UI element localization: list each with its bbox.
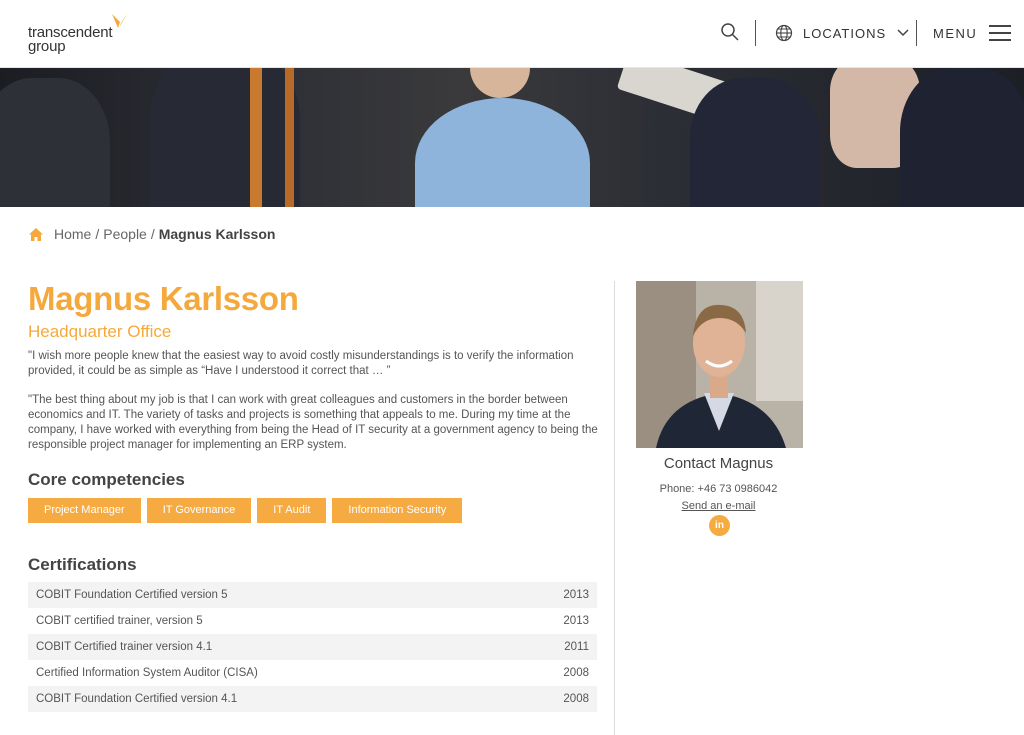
competency-tag-project-manager[interactable]: Project Manager <box>28 498 141 523</box>
contact-phone[interactable]: Phone: +46 73 0986042 <box>636 483 801 495</box>
search-icon <box>721 23 739 41</box>
hamburger-menu-icon <box>989 25 1012 41</box>
breadcrumb-separator: / <box>150 226 155 242</box>
certification-year: 2008 <box>563 693 589 705</box>
person-office: Headquarter Office <box>28 322 172 341</box>
globe-icon <box>775 24 793 42</box>
competency-tags: Project Manager IT Governance IT Audit I… <box>28 498 463 523</box>
certification-name: COBIT Foundation Certified version 4.1 <box>36 693 238 705</box>
certification-year: 2011 <box>564 641 589 653</box>
certification-year: 2013 <box>563 615 589 627</box>
table-row: COBIT Foundation Certified version 4.1 2… <box>28 686 597 712</box>
site-header: transcendent group LOCATIONS MENU <box>0 0 1024 68</box>
chevron-down-icon <box>897 29 909 37</box>
menu-label: MENU <box>933 25 978 41</box>
competency-tag-information-security[interactable]: Information Security <box>332 498 463 523</box>
breadcrumb-current: Magnus Karlsson <box>158 226 276 242</box>
certification-name: COBIT Certified trainer version 4.1 <box>36 641 213 653</box>
core-competencies-heading: Core competencies <box>28 470 185 489</box>
breadcrumb-home[interactable]: Home <box>54 226 91 242</box>
table-row: COBIT Foundation Certified version 5 201… <box>28 582 597 608</box>
send-email-link[interactable]: Send an e-mail <box>636 500 801 512</box>
column-divider <box>614 281 615 735</box>
home-icon[interactable] <box>28 227 44 242</box>
table-row: COBIT Certified trainer version 4.1 2011 <box>28 634 597 660</box>
person-quote: "I wish more people knew that the easies… <box>28 350 574 377</box>
menu-button[interactable]: MENU <box>933 22 1012 44</box>
certification-name: COBIT Foundation Certified version 5 <box>36 589 228 601</box>
person-photo <box>636 281 803 448</box>
competency-tag-it-audit[interactable]: IT Audit <box>257 498 327 523</box>
table-row: Certified Information System Auditor (CI… <box>28 660 597 686</box>
table-row: COBIT certified trainer, version 5 2013 <box>28 608 597 634</box>
certifications-heading: Certifications <box>28 555 137 574</box>
locations-label: LOCATIONS <box>803 25 887 41</box>
certifications-table: COBIT Foundation Certified version 5 201… <box>28 582 597 712</box>
header-divider <box>755 20 756 46</box>
hero-team-photo <box>0 68 1024 207</box>
competency-tag-it-governance[interactable]: IT Governance <box>146 498 252 523</box>
contact-heading: Contact Magnus <box>663 455 774 472</box>
logo-wordmark: transcendent group <box>28 25 113 55</box>
breadcrumb-people[interactable]: People <box>103 226 147 242</box>
breadcrumb-separator: / <box>95 226 100 242</box>
locations-dropdown[interactable]: LOCATIONS <box>775 22 910 44</box>
certification-year: 2013 <box>563 589 589 601</box>
certification-name: Certified Information System Auditor (CI… <box>36 667 258 679</box>
person-name: Magnus Karlsson <box>28 280 299 317</box>
search-button[interactable] <box>720 22 742 44</box>
logo-line-2: group <box>28 38 66 55</box>
person-bio: "The best thing about my job is that I c… <box>28 394 598 451</box>
certification-year: 2008 <box>563 667 589 679</box>
linkedin-icon[interactable]: in <box>709 515 730 536</box>
header-divider <box>916 20 917 46</box>
site-logo[interactable]: transcendent group <box>28 10 138 58</box>
certification-name: COBIT certified trainer, version 5 <box>36 615 203 627</box>
breadcrumb: Home / People / Magnus Karlsson <box>28 226 275 242</box>
